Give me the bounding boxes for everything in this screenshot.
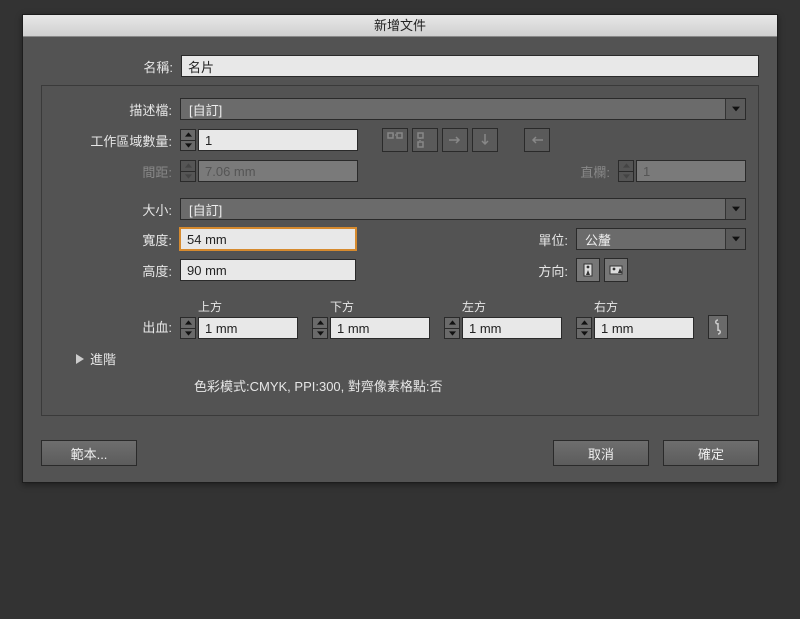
bleed-bottom-label: 下方 (312, 298, 354, 315)
columns-spinner (618, 160, 634, 182)
chevron-down-icon (725, 199, 745, 219)
bleed-top-input[interactable] (198, 317, 298, 339)
width-label: 寬度: (54, 230, 180, 249)
advanced-disclosure[interactable]: 進階 (76, 349, 746, 368)
bleed-top-label: 上方 (180, 298, 222, 315)
spacing-label: 間距: (54, 162, 180, 181)
profile-value: [自訂] (181, 100, 725, 119)
bleed-left-input[interactable] (462, 317, 562, 339)
bleed-label: 出血: (54, 317, 180, 339)
new-document-dialog: 新增文件 名稱: 描述檔: [自訂] 工作區域數量: (22, 14, 778, 483)
spacing-spinner (180, 160, 196, 182)
grid-by-column-icon[interactable] (412, 128, 438, 152)
height-label: 高度: (54, 261, 180, 280)
bleed-bottom-input[interactable] (330, 317, 430, 339)
grid-by-row-icon[interactable] (382, 128, 408, 152)
artboards-label: 工作區域數量: (54, 131, 180, 150)
size-label: 大小: (54, 200, 180, 219)
units-label: 單位: (516, 230, 576, 249)
settings-panel: 描述檔: [自訂] 工作區域數量: (41, 85, 759, 416)
bleed-right-input[interactable] (594, 317, 694, 339)
mode-summary: 色彩模式:CMYK, PPI:300, 對齊像素格點:否 (194, 376, 746, 395)
columns-input (636, 160, 746, 182)
bleed-right-spinner[interactable] (576, 317, 592, 339)
template-button[interactable]: 範本... (41, 440, 137, 466)
chevron-right-icon (76, 354, 84, 364)
orientation-portrait-button[interactable] (576, 258, 600, 282)
arrange-column-icon[interactable] (472, 128, 498, 152)
profile-label: 描述檔: (54, 100, 180, 119)
orientation-landscape-button[interactable] (604, 258, 628, 282)
arrange-row-rtl-icon[interactable] (524, 128, 550, 152)
size-value: [自訂] (181, 200, 725, 219)
advanced-label: 進階 (90, 349, 116, 368)
units-dropdown[interactable]: 公釐 (576, 228, 746, 250)
spacing-input (198, 160, 358, 182)
name-label: 名稱: (41, 57, 181, 76)
width-input[interactable] (180, 228, 356, 250)
bleed-right-label: 右方 (576, 298, 618, 315)
bleed-left-spinner[interactable] (444, 317, 460, 339)
bleed-top-spinner[interactable] (180, 317, 196, 339)
columns-label: 直欄: (558, 162, 618, 181)
size-dropdown[interactable]: [自訂] (180, 198, 746, 220)
bleed-bottom-spinner[interactable] (312, 317, 328, 339)
height-input[interactable] (180, 259, 356, 281)
ok-button[interactable]: 確定 (663, 440, 759, 466)
window-title: 新增文件 (23, 15, 777, 37)
link-bleed-icon[interactable] (708, 315, 728, 339)
name-input[interactable] (181, 55, 759, 77)
units-value: 公釐 (577, 230, 725, 249)
orientation-label: 方向: (516, 261, 576, 280)
artboards-input[interactable] (198, 129, 358, 151)
profile-dropdown[interactable]: [自訂] (180, 98, 746, 120)
chevron-down-icon (725, 229, 745, 249)
artboards-spinner[interactable] (180, 129, 196, 151)
artboard-layout-buttons (382, 128, 550, 152)
cancel-button[interactable]: 取消 (553, 440, 649, 466)
chevron-down-icon (725, 99, 745, 119)
bleed-left-label: 左方 (444, 298, 486, 315)
arrange-row-ltr-icon[interactable] (442, 128, 468, 152)
